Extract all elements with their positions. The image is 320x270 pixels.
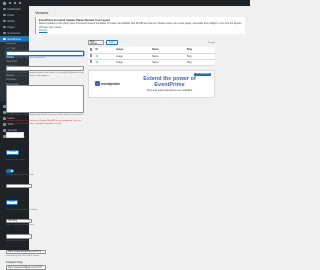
bulk-action-select[interactable]: Bulk actions ▼ — [88, 40, 104, 45]
row-slug: Slug — [185, 59, 215, 66]
wordpress-logo-icon[interactable] — [3, 1, 6, 5]
upload-image-button[interactable]: Upload — [6, 149, 20, 156]
display-address-label: Display Address — [6, 164, 24, 168]
add-venue-form: Add New Venue Name The name is how it ap… — [6, 40, 84, 270]
eventprime-logo-icon — [95, 81, 100, 86]
dashboard-icon — [3, 7, 6, 11]
operator-description: Venue operator name. — [6, 239, 28, 242]
slug-label: Slug — [6, 62, 11, 66]
seating-type-label: Seating Type — [6, 214, 20, 218]
reset-established-button[interactable]: Reset — [6, 199, 19, 205]
row-name[interactable]: Name — [150, 59, 186, 66]
display-address-toggle[interactable] — [6, 168, 14, 173]
select-all-checkbox[interactable] — [89, 48, 92, 51]
facebook-label: Facebook Page — [6, 245, 23, 249]
seating-type-value: Standing — [8, 220, 18, 223]
page-title: Venues — [35, 10, 49, 15]
name-description: The name is how it appears on your site. — [6, 56, 46, 59]
promo-text: Extend the power of EventPrime Free and … — [125, 76, 214, 92]
row-image: Image — [114, 59, 151, 66]
name-input[interactable] — [6, 51, 84, 56]
form-heading: Add New Venue — [6, 40, 28, 44]
established-description: Date the venue opened its doors. — [6, 208, 39, 211]
slug-input[interactable] — [6, 66, 84, 71]
instagram-input[interactable]: https://www.instagram.com/XYZ — [6, 265, 46, 270]
sidebar-item-label: Comments — [7, 31, 21, 35]
new-content-icon[interactable] — [19, 2, 21, 4]
bulk-actions-bar: Bulk actions ▼ Apply 2 items — [88, 39, 215, 46]
eventprime-promo-banner[interactable]: eventprime Extend the power of EventPrim… — [88, 69, 215, 98]
seating-type-description: Type of seating arrangement. — [6, 224, 35, 227]
name-label: Name — [6, 47, 13, 50]
notice-dismiss-link[interactable]: Dismiss — [39, 29, 47, 32]
venues-table: ID Image Name Slug 32 Image Name Slug 30… — [88, 47, 215, 66]
posts-icon — [3, 13, 6, 17]
image-label: Image — [6, 128, 13, 132]
comments-icon — [3, 31, 6, 35]
admin-notice: EventPrime Frontend Update: Please Revie… — [35, 17, 245, 34]
established-label: Established — [6, 179, 19, 183]
row-id[interactable]: 30 — [94, 59, 115, 66]
established-input[interactable] — [6, 183, 32, 189]
chevron-down-icon: ▼ — [28, 220, 30, 223]
seating-type-select[interactable]: Standing ▼ — [6, 218, 32, 224]
pages-icon — [3, 25, 6, 29]
sidebar-item-label: Dashboard — [7, 7, 21, 11]
slug-description: The "slug" is the URL-friendly version o… — [6, 71, 84, 77]
promo-headline-2: EventPrime — [154, 81, 185, 88]
sidebar-item-label: Posts — [7, 13, 15, 17]
home-icon[interactable] — [9, 2, 11, 4]
bulk-action-value: Bulk actions — [90, 40, 98, 45]
notice-body: Recent updates to the plugin have improv… — [39, 22, 242, 29]
apply-button[interactable]: Apply — [106, 39, 118, 46]
chevron-down-icon: ▼ — [100, 41, 102, 44]
venues-list: Bulk actions ▼ Apply 2 items ID Image Nam… — [88, 39, 215, 98]
get-extensions-button[interactable]: Get Extensions — [194, 72, 211, 76]
table-row: 30 Image Name Slug — [88, 59, 215, 66]
description-textarea[interactable] — [6, 84, 84, 113]
facebook-description: Facebook page URL of the Venue. — [6, 255, 40, 258]
instagram-label: Instagram Page — [6, 261, 23, 265]
media-icon — [3, 19, 6, 23]
image-preview — [6, 132, 24, 139]
row-checkbox[interactable] — [89, 54, 92, 57]
operator-label: Operator — [6, 230, 16, 234]
comments-icon[interactable] — [14, 2, 16, 4]
description-description: The description is not prominent by defa… — [6, 113, 84, 116]
description-label: Description — [6, 80, 18, 84]
eventprime-logo: eventprime — [89, 81, 125, 86]
facebook-input[interactable]: https://www.facebook.com/XYZ — [6, 249, 46, 255]
map-warning: Location Map field is not active as Goog… — [6, 119, 82, 125]
eventprime-logo-text: eventprime — [101, 81, 121, 86]
row-checkbox[interactable] — [89, 60, 92, 63]
sidebar-item-label: Media — [7, 19, 15, 23]
operator-input[interactable] — [6, 234, 32, 239]
sidebar-item-label: Pages — [7, 25, 15, 29]
item-count: 2 items — [207, 41, 215, 44]
image-description: Image for the venue. — [6, 159, 27, 162]
display-address-description: Display address on frontend. — [6, 173, 34, 176]
promo-subtext: Free and paid extensions now available — [146, 88, 193, 92]
